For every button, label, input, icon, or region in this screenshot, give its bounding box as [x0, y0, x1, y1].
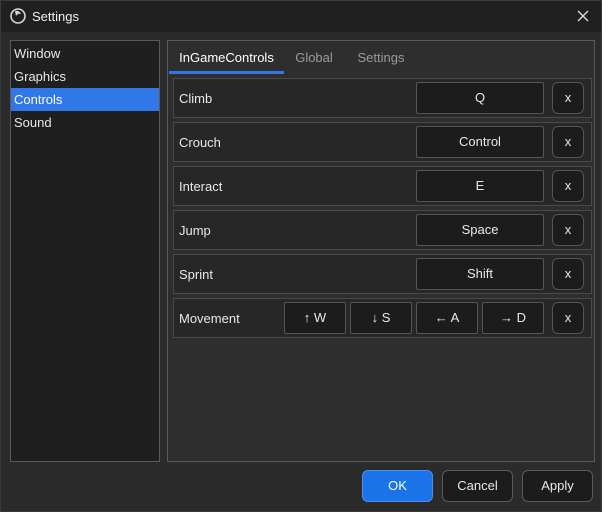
binding-label: Jump: [179, 223, 211, 238]
clear-binding-button[interactable]: x: [552, 214, 584, 246]
key-binding-button-down[interactable]: ↓ S: [350, 302, 412, 334]
window-title: Settings: [32, 9, 79, 24]
sidebar-item-graphics[interactable]: Graphics: [11, 65, 159, 88]
title-bar: Settings: [1, 1, 601, 32]
sidebar-item-window[interactable]: Window: [11, 42, 159, 65]
binding-label: Climb: [179, 91, 213, 106]
binding-row-jump: Jump Space x: [173, 210, 592, 250]
binding-row-interact: Interact E x: [173, 166, 592, 206]
apply-button[interactable]: Apply: [522, 470, 593, 502]
sidebar-item-controls[interactable]: Controls: [11, 88, 159, 111]
binding-label: Sprint: [179, 267, 213, 282]
binding-label: Interact: [179, 179, 223, 194]
app-logo-icon: [10, 8, 26, 24]
close-button[interactable]: [571, 5, 595, 27]
binding-label: Crouch: [179, 135, 221, 150]
settings-window: Settings Window Graphics Controls Sound …: [0, 0, 602, 512]
key-binding-button[interactable]: Q: [416, 82, 544, 114]
tab-ingamecontrols[interactable]: InGameControls: [169, 41, 284, 74]
settings-category-list: Window Graphics Controls Sound: [10, 40, 160, 462]
close-icon: [577, 10, 589, 22]
controls-panel: InGameControls Global Settings Climb Q x…: [167, 40, 595, 462]
key-binding-button-left[interactable]: ← A: [416, 302, 478, 334]
binding-row-movement: Movement ↑ W ↓ S ← A → D x: [173, 298, 592, 338]
tab-global[interactable]: Global: [286, 41, 342, 74]
key-binding-button-up[interactable]: ↑ W: [284, 302, 346, 334]
key-binding-button-right[interactable]: → D: [482, 302, 544, 334]
key-binding-button[interactable]: Shift: [416, 258, 544, 290]
key-binding-button[interactable]: Control: [416, 126, 544, 158]
binding-label: Movement: [179, 311, 240, 326]
cancel-button[interactable]: Cancel: [442, 470, 513, 502]
binding-row-climb: Climb Q x: [173, 78, 592, 118]
key-binding-button[interactable]: Space: [416, 214, 544, 246]
clear-binding-button[interactable]: x: [552, 302, 584, 334]
key-binding-button[interactable]: E: [416, 170, 544, 202]
tab-settings[interactable]: Settings: [348, 41, 414, 74]
ok-button[interactable]: OK: [362, 470, 433, 502]
clear-binding-button[interactable]: x: [552, 82, 584, 114]
sidebar-item-sound[interactable]: Sound: [11, 111, 159, 134]
clear-binding-button[interactable]: x: [552, 126, 584, 158]
clear-binding-button[interactable]: x: [552, 258, 584, 290]
clear-binding-button[interactable]: x: [552, 170, 584, 202]
binding-row-crouch: Crouch Control x: [173, 122, 592, 162]
binding-row-sprint: Sprint Shift x: [173, 254, 592, 294]
tab-bar: InGameControls Global Settings: [168, 41, 594, 74]
